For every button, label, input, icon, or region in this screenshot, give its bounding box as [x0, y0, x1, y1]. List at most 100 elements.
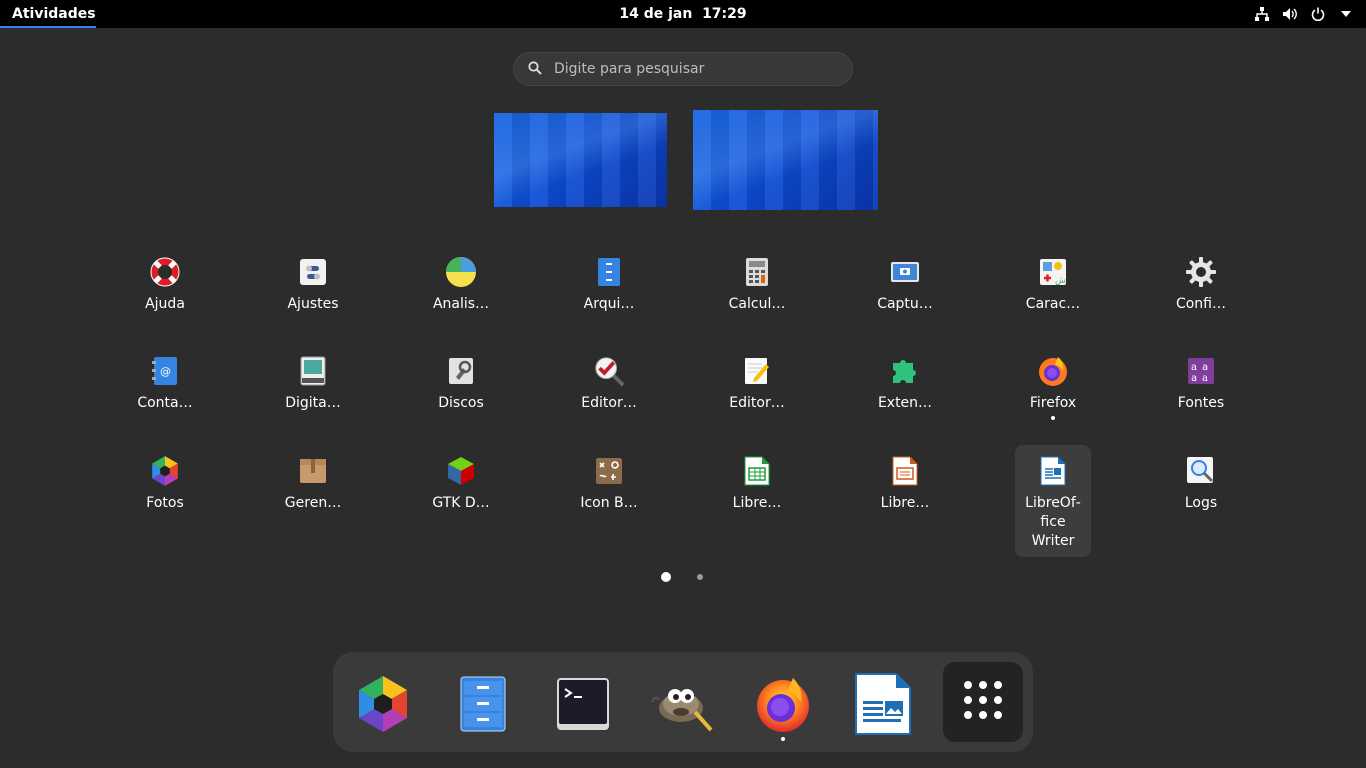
- app-label: LibreOf­fice Writer: [1025, 495, 1081, 549]
- app-label: Ajuda: [145, 296, 185, 312]
- app-label: Geren…: [284, 495, 342, 511]
- app-tweaks[interactable]: Ajustes: [275, 256, 351, 314]
- dock-files[interactable]: [443, 666, 523, 746]
- system-tray[interactable]: [1254, 0, 1354, 28]
- app-label: Exten…: [877, 395, 933, 411]
- chevron-down-icon[interactable]: [1338, 6, 1354, 22]
- app-screenshot-camera[interactable]: Captu…: [867, 256, 943, 314]
- libreoffice-writer-icon: [1037, 455, 1069, 487]
- app-label: Editor…: [581, 395, 637, 411]
- app-text-editor[interactable]: Editor…: [719, 355, 795, 413]
- contacts-icon: @: [149, 355, 181, 387]
- app-label: Logs: [1184, 495, 1218, 511]
- app-files-cabinet[interactable]: Arqui…: [571, 256, 647, 314]
- workspace-thumbnail-1[interactable]: [494, 113, 667, 207]
- app-fonts[interactable]: a a a a Fontes: [1163, 355, 1239, 413]
- dock-photos[interactable]: [343, 666, 423, 746]
- app-archive-manager[interactable]: Geren…: [275, 455, 351, 513]
- app-settings-gear[interactable]: Confi…: [1163, 256, 1239, 314]
- svg-text:a: a: [1202, 362, 1208, 373]
- firefox-icon: [1037, 355, 1069, 387]
- app-label: Calcul…: [728, 296, 786, 312]
- activities-overview: AjudaAjustesAnalis…Arqui…Calcul…Captu…شC…: [0, 28, 1366, 768]
- svg-text:@: @: [160, 365, 171, 378]
- app-label: Carac…: [1025, 296, 1081, 312]
- app-icon-browser[interactable]: Icon B…: [571, 455, 647, 513]
- tweaks-icon: [297, 256, 329, 288]
- dock-libreoffice-writer[interactable]: [843, 666, 923, 746]
- app-label: Libre…: [732, 495, 782, 511]
- search-input[interactable]: [554, 61, 834, 77]
- firefox-icon: [753, 674, 813, 738]
- gimp-icon: [651, 674, 715, 738]
- app-label: Fotos: [146, 495, 184, 511]
- extensions-puzzle-icon: [889, 355, 921, 387]
- clock-date: 14 de jan: [619, 6, 693, 22]
- page-dot-2[interactable]: [697, 574, 703, 580]
- disk-usage-analyzer-icon: [445, 256, 477, 288]
- search-icon: [528, 60, 542, 79]
- svg-text:a: a: [1202, 373, 1208, 384]
- disks-icon: [445, 355, 477, 387]
- clock-button[interactable]: 14 de jan 17:29: [619, 6, 746, 22]
- app-disks[interactable]: Discos: [423, 355, 499, 413]
- workspace-thumbnail-2[interactable]: [693, 110, 878, 210]
- dash: [333, 652, 1033, 752]
- libreoffice-impress-icon: [889, 455, 921, 487]
- page-indicator: [0, 572, 1366, 582]
- svg-text:a: a: [1191, 362, 1197, 373]
- wallpaper: [693, 110, 878, 210]
- app-gtk-demo-cube[interactable]: GTK D…: [423, 455, 499, 513]
- settings-gear-icon: [1185, 256, 1217, 288]
- app-libreoffice-writer[interactable]: LibreOf­fice Writer: [1015, 445, 1091, 557]
- page-dot-1[interactable]: [661, 572, 671, 582]
- screenshot-camera-icon: [889, 256, 921, 288]
- app-calculator[interactable]: Calcul…: [719, 256, 795, 314]
- app-label: Conta…: [137, 395, 193, 411]
- app-label: Editor…: [729, 395, 785, 411]
- libreoffice-writer-icon: [855, 673, 911, 739]
- app-contacts[interactable]: @ Conta…: [127, 355, 203, 413]
- text-editor-icon: [741, 355, 773, 387]
- fonts-icon: aaaa: [1185, 355, 1217, 387]
- files-cabinet-icon: [593, 256, 625, 288]
- dock-terminal[interactable]: [543, 666, 623, 746]
- photos-icon: [355, 674, 411, 738]
- app-firefox[interactable]: Firefox: [1015, 355, 1091, 420]
- show-applications-button[interactable]: [943, 662, 1023, 742]
- app-label: Confi…: [1175, 296, 1227, 312]
- wallpaper: [494, 113, 667, 207]
- network-icon[interactable]: [1254, 6, 1270, 22]
- app-label: Libre…: [880, 495, 930, 511]
- app-label: Analis…: [432, 296, 490, 312]
- app-photos[interactable]: Fotos: [127, 455, 203, 513]
- search-bar[interactable]: [513, 52, 853, 86]
- gtk-demo-cube-icon: [445, 455, 477, 487]
- app-help-lifebuoy[interactable]: Ajuda: [127, 256, 203, 314]
- activities-button[interactable]: Atividades: [0, 0, 108, 28]
- logs-search-icon: [1185, 455, 1217, 487]
- files-cabinet-icon: [460, 676, 506, 736]
- app-disk-usage-analyzer[interactable]: Analis…: [423, 256, 499, 314]
- dconf-editor-icon: [593, 355, 625, 387]
- photos-icon: [149, 455, 181, 487]
- terminal-icon: [556, 677, 610, 735]
- calculator-icon: [741, 256, 773, 288]
- dock-gimp[interactable]: [643, 666, 723, 746]
- help-lifebuoy-icon: [149, 256, 181, 288]
- dock-firefox[interactable]: [743, 666, 823, 746]
- volume-icon[interactable]: [1282, 6, 1298, 22]
- app-extensions-puzzle[interactable]: Exten…: [867, 355, 943, 413]
- archive-manager-icon: [297, 455, 329, 487]
- app-label: GTK D…: [432, 495, 490, 511]
- icon-browser-icon: [593, 455, 625, 487]
- app-label: Firefox: [1029, 395, 1077, 411]
- characters-icon: ش: [1037, 256, 1069, 288]
- app-characters[interactable]: ش Carac…: [1015, 256, 1091, 314]
- power-icon[interactable]: [1310, 6, 1326, 22]
- app-libreoffice-impress[interactable]: Libre…: [867, 455, 943, 513]
- app-libreoffice-calc[interactable]: Libre…: [719, 455, 795, 513]
- app-logs-search[interactable]: Logs: [1163, 455, 1239, 513]
- app-dconf-editor[interactable]: Editor…: [571, 355, 647, 413]
- app-scanner[interactable]: Digita…: [275, 355, 351, 413]
